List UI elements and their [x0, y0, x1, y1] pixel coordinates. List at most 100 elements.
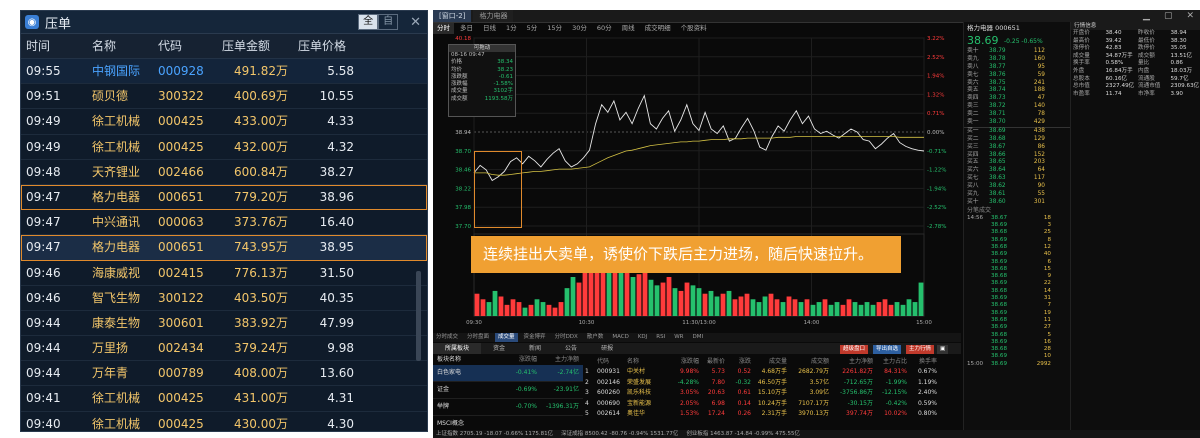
- indicator-tab[interactable]: WR: [671, 333, 686, 342]
- book-row[interactable]: 买十 38.60 301: [964, 199, 1070, 207]
- book-row[interactable]: 买三 38.67 86: [964, 144, 1070, 152]
- indicator-tab[interactable]: RSI: [653, 333, 668, 342]
- table-row[interactable]: 09:44 康泰生物 300601 383.92万 47.99: [21, 311, 427, 337]
- book-row[interactable]: 买六 38.64 64: [964, 167, 1070, 175]
- toolbar-btn-3[interactable]: 主力行情: [906, 345, 935, 354]
- book-row[interactable]: 买一 38.69 438: [964, 126, 1070, 136]
- close-window-icon[interactable]: ✕: [1186, 11, 1194, 21]
- index-quote[interactable]: 深证成指 8500.42 -80.76 -0.94% 1531.77亿: [561, 430, 678, 438]
- book-row[interactable]: 买二 38.68 129: [964, 136, 1070, 144]
- book-row[interactable]: 买九 38.61 55: [964, 191, 1070, 199]
- stocks-col[interactable]: [585, 357, 597, 366]
- col-name[interactable]: 名称: [92, 34, 158, 58]
- indicator-tab[interactable]: 资金博弈: [521, 333, 549, 342]
- book-row[interactable]: 卖四 38.73 47: [964, 95, 1070, 103]
- close-icon[interactable]: ✕: [410, 15, 421, 30]
- stocks-col[interactable]: 成交额: [787, 357, 829, 366]
- table-row[interactable]: 09:46 智飞生物 300122 403.50万 40.35: [21, 286, 427, 311]
- minimize-icon[interactable]: ▁: [1143, 11, 1150, 21]
- indicator-tab[interactable]: DMI: [690, 333, 707, 342]
- hover-tooltip[interactable]: 可拖动 08-16 09:47 价格 38.34 均价 38.23 涨跌额 -0.61 涨跌幅…: [448, 44, 516, 117]
- table-row[interactable]: 09:47 中兴通讯 000063 373.76万 16.40: [21, 210, 427, 236]
- indicator-tab[interactable]: 分时DDX: [552, 333, 581, 342]
- table-row[interactable]: 09:47 格力电器 000651 779.20万 38.96: [21, 184, 427, 211]
- filter-all-button[interactable]: 全: [358, 14, 379, 30]
- indicator-tab[interactable]: 成交量: [495, 333, 518, 342]
- stocks-col[interactable]: 涨跌幅: [661, 357, 699, 366]
- table-row[interactable]: 09:55 中钢国际 000928 491.82万 5.58: [21, 59, 427, 85]
- book-row[interactable]: 卖九 38.78 160: [964, 56, 1070, 64]
- table-row[interactable]: 09:41 徐工机械 000425 431.00万 4.31: [21, 386, 427, 412]
- sector-row[interactable]: 白色家电 -0.41% -2.74亿: [433, 365, 583, 382]
- book-row[interactable]: 卖八 38.77 95: [964, 64, 1070, 72]
- book-row[interactable]: 卖三 38.72 140: [964, 103, 1070, 111]
- book-row[interactable]: 买五 38.65 203: [964, 159, 1070, 167]
- book-row[interactable]: 卖十 38.79 112: [964, 48, 1070, 56]
- col-amount[interactable]: 压单金额: [212, 34, 288, 58]
- book-row[interactable]: 卖五 38.74 188: [964, 87, 1070, 95]
- chart-tab[interactable]: 15分: [543, 23, 566, 34]
- sector-tab[interactable]: 所属板块: [433, 343, 482, 354]
- stocks-col[interactable]: 成交量: [751, 357, 787, 366]
- stock-row[interactable]: 4 000690 宝新能源 2.05% 6.98 0.14 10.24万手 7107.17万 -…: [585, 399, 937, 410]
- book-row[interactable]: 卖二 38.71 78: [964, 111, 1070, 119]
- indicator-tab[interactable]: KDJ: [635, 333, 650, 342]
- chart-tab[interactable]: 60分: [593, 23, 616, 34]
- col-price[interactable]: 压单价格: [288, 34, 354, 58]
- col-code[interactable]: 代码: [158, 34, 212, 58]
- stock-row[interactable]: 5 002614 奥佳华 1.53% 17.24 0.26 2.31万手 3970.13万 39…: [585, 409, 937, 420]
- stock-tab[interactable]: 格力电器: [473, 10, 514, 22]
- book-row[interactable]: 买八 38.62 90: [964, 183, 1070, 191]
- stocks-col[interactable]: 涨跌: [725, 357, 751, 366]
- book-row[interactable]: 买七 38.63 117: [964, 175, 1070, 183]
- stocks-col[interactable]: 最新价: [699, 357, 725, 366]
- indicator-tab[interactable]: 分时盘面: [464, 333, 492, 342]
- table-row[interactable]: 09:47 格力电器 000651 743.95万 38.95: [21, 235, 427, 261]
- chart-tab[interactable]: 多日: [456, 23, 477, 34]
- chart-tab[interactable]: 周线: [618, 23, 639, 34]
- book-row[interactable]: 卖六 38.75 241: [964, 80, 1070, 88]
- stocks-col[interactable]: 主力占比: [873, 357, 907, 366]
- stock-row[interactable]: 2 002146 荣盛发展 -4.28% 7.80 -0.32 46.50万手 3.57亿 -7…: [585, 378, 937, 389]
- col-time[interactable]: 时间: [21, 34, 92, 58]
- stocks-col[interactable]: 代码: [597, 357, 627, 366]
- chart-tab[interactable]: 1分: [502, 23, 521, 34]
- book-row[interactable]: 卖七 38.76 59: [964, 72, 1070, 80]
- chart-tab[interactable]: 日线: [479, 23, 500, 34]
- filter-self-button[interactable]: 自: [378, 14, 399, 30]
- sector-tab[interactable]: 公告: [553, 343, 589, 354]
- book-row[interactable]: 卖一 38.70 429: [964, 119, 1070, 127]
- table-row[interactable]: 09:46 海康威视 002415 776.13万 31.50: [21, 261, 427, 286]
- table-row[interactable]: 09:49 徐工机械 000425 433.00万 4.33: [21, 109, 427, 135]
- sector-tab[interactable]: 新闻: [517, 343, 553, 354]
- table-row[interactable]: 09:48 天齐锂业 002466 600.84万 38.27: [21, 160, 427, 185]
- chart-tab[interactable]: 分时: [433, 23, 454, 34]
- sector-row[interactable]: 证金 -0.69% -23.91亿: [433, 382, 583, 399]
- indicator-tab[interactable]: 散户数: [584, 333, 607, 342]
- stocks-col[interactable]: 名称: [627, 357, 661, 366]
- indicator-tab[interactable]: MACD: [609, 333, 632, 342]
- chart-tab[interactable]: 个股资料: [677, 23, 711, 34]
- toolbar-btn-4[interactable]: ▣: [937, 345, 949, 354]
- stock-row[interactable]: 3 600260 凯乐科技 3.05% 20.63 0.61 15.10万手 3.09亿 -37…: [585, 388, 937, 399]
- table-row[interactable]: 09:44 万里扬 002434 379.24万 9.98: [21, 336, 427, 362]
- stock-row[interactable]: 1 000931 中关村 9.98% 5.73 0.52 4.68万手 2682.79万 226…: [585, 367, 937, 378]
- indicator-tab[interactable]: 分时成交: [433, 333, 461, 342]
- table-row[interactable]: 09:44 万年青 000789 408.00万 13.60: [21, 361, 427, 387]
- stocks-col[interactable]: 换手率: [907, 357, 937, 366]
- book-row[interactable]: 买四 38.66 152: [964, 152, 1070, 160]
- chart-tab[interactable]: 30分: [568, 23, 591, 34]
- maximize-icon[interactable]: ▢: [1164, 11, 1173, 21]
- window-tab[interactable]: [窗口-2]: [433, 10, 472, 22]
- index-quote[interactable]: 上证指数 2705.19 -18.07 -0.66% 1175.81亿: [436, 430, 553, 438]
- toolbar-btn-1[interactable]: 超级盘口: [840, 345, 869, 354]
- chart-tab[interactable]: 5分: [523, 23, 542, 34]
- scrollbar[interactable]: [416, 271, 421, 361]
- index-quote[interactable]: 创业板指 1463.87 -14.84 -0.99% 475.55亿: [686, 430, 800, 438]
- chart-tab[interactable]: 成交明细: [641, 23, 675, 34]
- toolbar-btn-2[interactable]: 导出自选: [873, 345, 902, 354]
- sector-row[interactable]: 举牌 -0.70% -1396.31万: [433, 399, 583, 416]
- stocks-col[interactable]: 主力净额: [829, 357, 873, 366]
- table-row[interactable]: 09:49 徐工机械 000425 432.00万 4.32: [21, 135, 427, 160]
- table-row[interactable]: 09:40 徐工机械 000425 430.00万 4.30: [21, 412, 427, 431]
